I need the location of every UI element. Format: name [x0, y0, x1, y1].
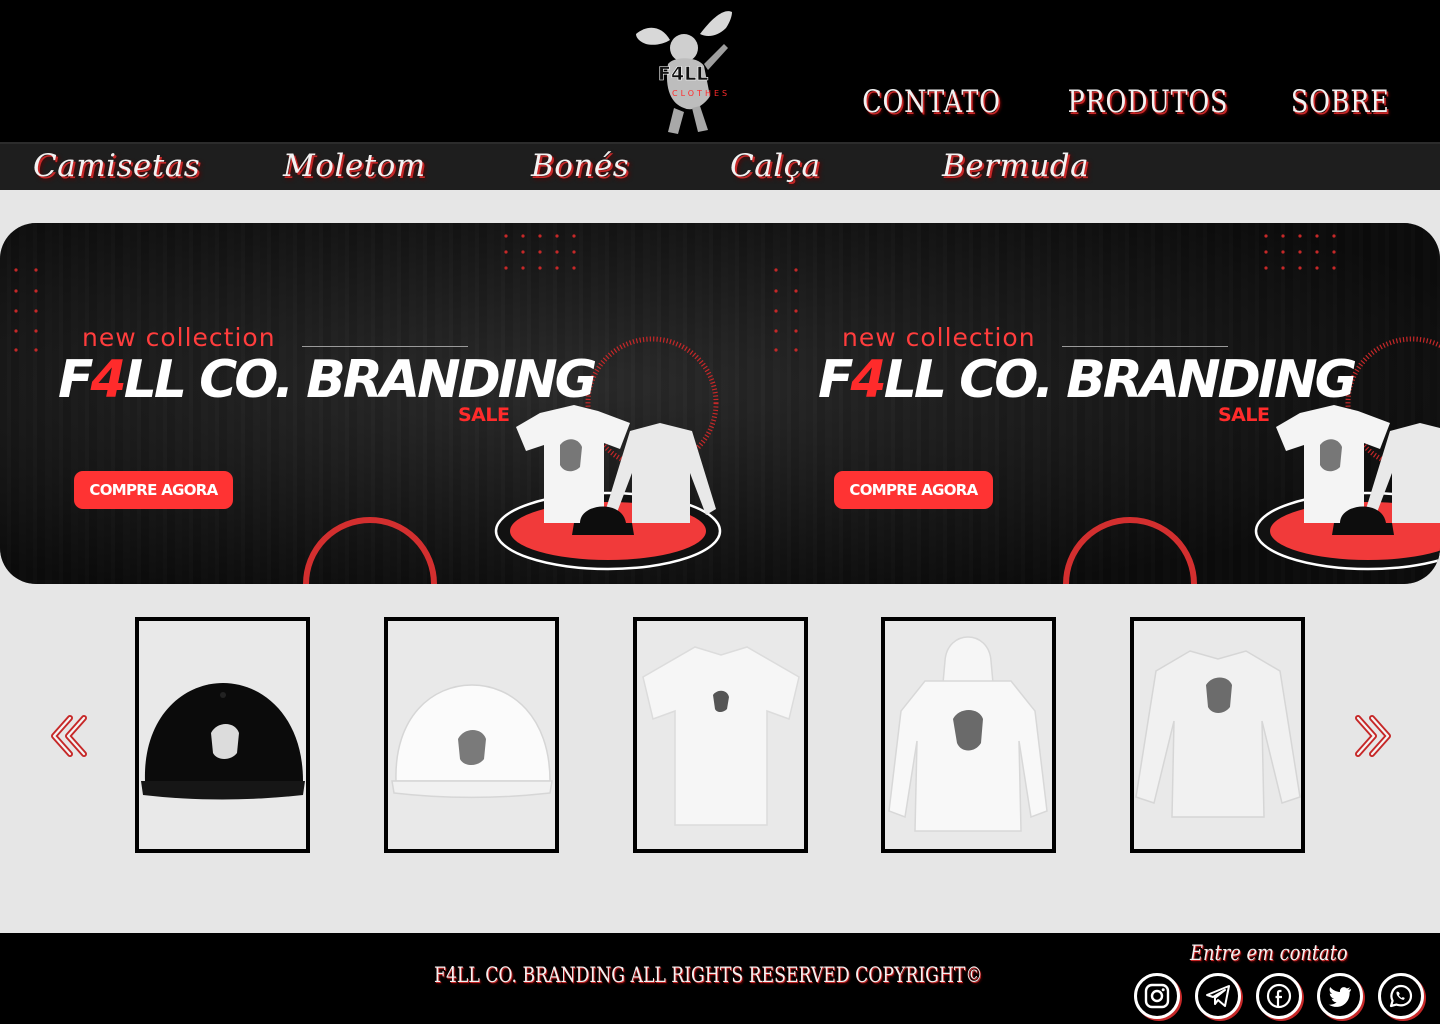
sale-label: SALE: [1218, 404, 1270, 426]
product-card-white-cap[interactable]: [384, 617, 559, 853]
instagram-icon[interactable]: [1134, 973, 1180, 1019]
category-bar: Camisetas Moletom Bonés Calça Bermuda: [0, 142, 1440, 190]
divider: [1062, 346, 1228, 347]
white-cap-image: [391, 684, 553, 799]
divider: [302, 346, 468, 347]
contact-label: Entre em contato: [1190, 941, 1348, 965]
product-card-white-hoodie[interactable]: [881, 617, 1056, 853]
category-moletom[interactable]: Moletom: [283, 148, 426, 184]
category-bones[interactable]: Bonés: [531, 148, 629, 184]
banner-kicker: new collection: [82, 323, 276, 352]
product-card-black-cap[interactable]: [135, 617, 310, 853]
site-footer: F4LL CO. BRANDING ALL RIGHTS RESERVED CO…: [0, 933, 1440, 1024]
whatsapp-icon[interactable]: [1378, 973, 1424, 1019]
white-longsleeve-image: [1135, 650, 1301, 818]
white-tshirt-image: [642, 646, 800, 826]
category-calca[interactable]: Calça: [730, 148, 820, 184]
category-camisetas[interactable]: Camisetas: [33, 148, 200, 184]
nav-produtos[interactable]: PRODUTOS: [1067, 84, 1228, 120]
svg-text:CLOTHES: CLOTHES: [672, 89, 730, 98]
site-header: F4LL CLOTHES CONTATO PRODUTOS SOBRE: [0, 0, 1440, 142]
banner-title: F4LL CO. BRANDING: [818, 350, 1357, 410]
copyright-text: F4LL CO. BRANDING ALL RIGHTS RESERVED CO…: [434, 963, 983, 987]
banner-title: F4LL CO. BRANDING: [58, 350, 597, 410]
nav-sobre[interactable]: SOBRE: [1290, 84, 1389, 120]
telegram-icon[interactable]: [1195, 973, 1241, 1019]
sale-label: SALE: [458, 404, 510, 426]
svg-text:F4LL: F4LL: [658, 63, 708, 85]
twitter-icon[interactable]: [1317, 973, 1363, 1019]
product-card-white-tshirt[interactable]: [633, 617, 808, 853]
promo-banner: new collection F4LL CO. BRANDING SALE CO…: [0, 223, 1440, 584]
buy-now-button[interactable]: COMPRE AGORA: [74, 471, 233, 509]
banner-slide: new collection F4LL CO. BRANDING SALE CO…: [0, 223, 760, 584]
brand-logo[interactable]: F4LL CLOTHES: [628, 4, 740, 138]
nav-contato[interactable]: CONTATO: [862, 84, 1001, 120]
banner-slide: new collection F4LL CO. BRANDING SALE CO…: [760, 223, 1440, 584]
white-hoodie-image: [888, 636, 1048, 832]
buy-now-button[interactable]: COMPRE AGORA: [834, 471, 993, 509]
black-cap-image: [141, 683, 305, 800]
double-chevron-left-icon[interactable]: [50, 714, 90, 758]
top-navigation: CONTATO PRODUTOS SOBRE: [847, 84, 1400, 120]
facebook-icon[interactable]: [1256, 973, 1302, 1019]
category-bermuda[interactable]: Bermuda: [942, 148, 1089, 184]
banner-kicker: new collection: [842, 323, 1036, 352]
double-chevron-right-icon[interactable]: [1352, 714, 1392, 758]
product-card-white-longsleeve[interactable]: [1130, 617, 1305, 853]
